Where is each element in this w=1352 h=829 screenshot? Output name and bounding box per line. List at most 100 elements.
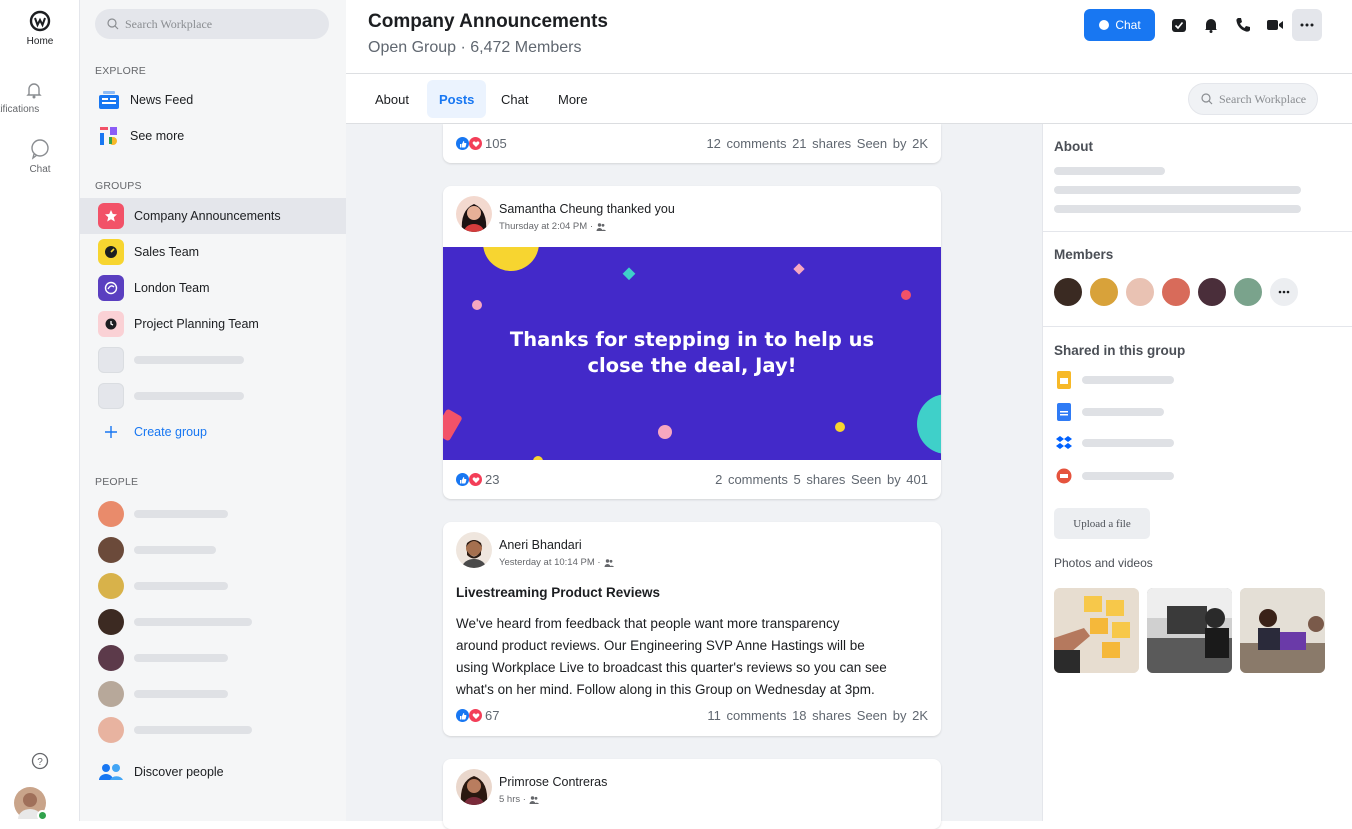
sidebar-search-input[interactable]: Search Workplace: [95, 9, 329, 39]
post-author[interactable]: Samantha Cheung thanked you: [499, 202, 675, 216]
person-avatar: [98, 645, 124, 671]
author-avatar[interactable]: [456, 196, 492, 232]
reaction-summary[interactable]: 67: [456, 708, 499, 723]
post-meta: Yesterday at 10:14 PM ·: [499, 557, 614, 568]
upload-file-button[interactable]: Upload a file: [1054, 508, 1150, 539]
shared-file-row[interactable]: [1056, 468, 1174, 484]
shared-file-row[interactable]: [1056, 402, 1164, 422]
reaction-summary[interactable]: 105: [456, 136, 507, 151]
bell-icon: [26, 83, 42, 99]
member-avatar[interactable]: [1196, 276, 1228, 308]
sidebar-item-project-planning-team[interactable]: Project Planning Team: [80, 306, 346, 342]
member-avatar[interactable]: [1088, 276, 1120, 308]
post-stats[interactable]: 11 comments 18 shares Seen by 2K: [707, 708, 928, 723]
more-options-button[interactable]: [1292, 9, 1322, 41]
call-button[interactable]: [1228, 9, 1258, 41]
video-camera-icon: [1267, 20, 1283, 30]
skeleton-bar: [134, 618, 252, 626]
notifications-button[interactable]: [1196, 9, 1226, 41]
post-timestamp[interactable]: Thursday at 2:04 PM ·: [499, 221, 593, 232]
group-search-input[interactable]: Search Workplace: [1188, 83, 1318, 115]
people-row[interactable]: [80, 712, 346, 748]
skeleton-bar: [1054, 186, 1301, 194]
post-body-line: using Workplace Live to broadcast this q…: [456, 660, 887, 675]
thanks-banner[interactable]: Thanks for stepping in to help us close …: [443, 247, 941, 460]
sidebar-item-company-announcements[interactable]: Company Announcements: [80, 198, 346, 234]
rail-notifications[interactable]: otifications: [0, 80, 80, 115]
skeleton-bar: [1082, 439, 1174, 447]
meeting-photo: [1240, 588, 1325, 673]
sidebar-item-label: London Team: [134, 281, 210, 295]
people-row[interactable]: [80, 532, 346, 568]
video-call-button[interactable]: [1260, 9, 1290, 41]
discover-people-button[interactable]: Discover people: [80, 754, 346, 790]
post-timestamp[interactable]: Yesterday at 10:14 PM ·: [499, 557, 601, 568]
reaction-count: 67: [485, 708, 500, 723]
member-avatar[interactable]: [1232, 276, 1264, 308]
photo-thumbnail[interactable]: [1054, 588, 1139, 673]
people-row[interactable]: [80, 676, 346, 712]
more-members-button[interactable]: [1268, 276, 1300, 308]
group-info-panel: About Members Shared in this group Uploa…: [1042, 124, 1352, 821]
post-timestamp[interactable]: 5 hrs ·: [499, 794, 526, 805]
group-placeholder-icon: [98, 347, 124, 373]
author-avatar[interactable]: [456, 769, 492, 805]
member-avatar[interactable]: [1052, 276, 1084, 308]
sidebar-item-news-feed[interactable]: News Feed: [80, 82, 346, 118]
tab-about[interactable]: About: [363, 80, 421, 118]
rail-home[interactable]: Home: [0, 10, 80, 47]
sticky-notes-photo: [1054, 588, 1139, 673]
member-avatar[interactable]: [1124, 276, 1156, 308]
group-audience-icon: [604, 558, 614, 567]
person-avatar: [98, 501, 124, 527]
post-stats[interactable]: 2 comments 5 shares Seen by 401: [715, 472, 928, 487]
skeleton-bar: [134, 546, 216, 554]
person-avatar: [98, 681, 124, 707]
sidebar-item-see-more[interactable]: See more: [80, 118, 346, 154]
sidebar-item-sales-team[interactable]: Sales Team: [80, 234, 346, 270]
user-avatar[interactable]: [14, 787, 48, 821]
sidebar-item-placeholder[interactable]: [80, 342, 346, 378]
sidebar-item-london-team[interactable]: London Team: [80, 270, 346, 306]
chat-button[interactable]: Chat: [1084, 9, 1155, 41]
photo-thumbnail[interactable]: [1147, 588, 1232, 673]
like-icon: [456, 709, 469, 722]
people-row[interactable]: [80, 640, 346, 676]
tab-more[interactable]: More: [546, 80, 600, 118]
post-stats[interactable]: 12 comments 21 shares Seen by 2K: [706, 136, 928, 151]
photo-thumbnail[interactable]: [1240, 588, 1325, 673]
people-row[interactable]: [80, 568, 346, 604]
shared-file-row[interactable]: [1056, 435, 1174, 451]
tasks-button[interactable]: [1164, 9, 1194, 41]
help-button[interactable]: ?: [0, 752, 80, 773]
reaction-count: 105: [485, 136, 507, 151]
skeleton-bar: [1054, 205, 1301, 213]
member-avatar[interactable]: [1160, 276, 1192, 308]
star-icon: [98, 203, 124, 229]
rail-chat[interactable]: Chat: [0, 138, 80, 175]
people-row[interactable]: [80, 496, 346, 532]
sidebar-item-placeholder[interactable]: [80, 378, 346, 414]
post-author[interactable]: Primrose Contreras: [499, 775, 607, 789]
person-avatar: [98, 573, 124, 599]
banner-message: Thanks for stepping in to help us close …: [443, 327, 941, 379]
create-group-button[interactable]: Create group: [80, 414, 346, 450]
author-avatar[interactable]: [456, 532, 492, 568]
search-icon: [107, 18, 119, 30]
post-author[interactable]: Aneri Bhandari: [499, 538, 582, 552]
see-more-icon: [100, 127, 117, 145]
clock-icon: [98, 311, 124, 337]
skeleton-bar: [134, 392, 244, 400]
more-dots-icon: [1278, 290, 1290, 294]
chat-button-label: Chat: [1115, 18, 1141, 32]
explore-heading: EXPLORE: [95, 65, 147, 77]
people-row[interactable]: [80, 604, 346, 640]
reaction-summary[interactable]: 23: [456, 472, 499, 487]
tab-chat[interactable]: Chat: [489, 80, 540, 118]
skeleton-bar: [134, 690, 228, 698]
search-icon: [1201, 93, 1213, 105]
group-subtitle: Open Group · 6,472 Members: [368, 39, 582, 56]
shared-file-row[interactable]: [1056, 370, 1174, 390]
tab-posts[interactable]: Posts: [427, 80, 487, 118]
page-title: Company Announcements: [368, 11, 608, 32]
